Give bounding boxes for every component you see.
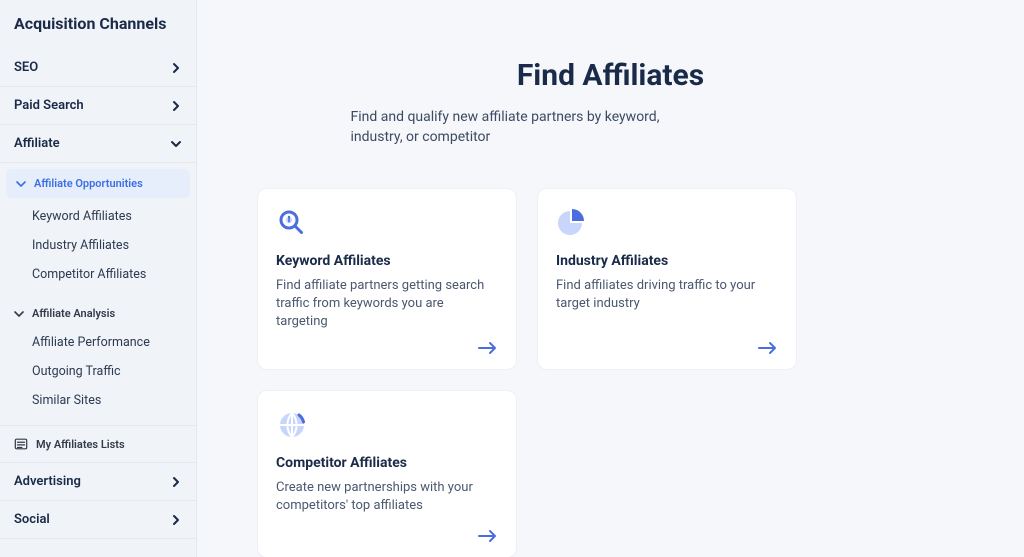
card-industry-affiliates[interactable]: Industry Affiliates Find affiliates driv… [537,188,797,371]
globe-icon [276,409,308,441]
arrow-right-icon [478,341,498,355]
card-title: Industry Affiliates [556,253,778,269]
sidebar-link-similar-sites[interactable]: Similar Sites [0,386,196,415]
sidebar-link-outgoing-traffic[interactable]: Outgoing Traffic [0,357,196,386]
sidebar: Acquisition Channels SEO Paid Search Aff… [0,0,197,557]
chevron-down-icon [14,309,24,319]
chevron-right-icon [170,62,182,74]
pie-chart-icon [556,207,588,239]
sidebar-item-label: Advertising [14,474,81,489]
chevron-down-icon [16,179,26,189]
sidebar-link-competitor-affiliates[interactable]: Competitor Affiliates [0,260,196,289]
sidebar-item-label: My Affiliates Lists [36,438,125,451]
sidebar-title: Acquisition Channels [0,4,196,49]
arrow-right-icon [478,529,498,543]
sidebar-item-affiliate[interactable]: Affiliate [0,125,196,163]
sidebar-subheader-label: Affiliate Analysis [32,307,115,320]
hero: Find Affiliates Find and qualify new aff… [261,58,961,148]
card-desc: Create new partnerships with your compet… [276,479,498,519]
sidebar-item-label: Affiliate [14,136,60,151]
sidebar-item-social[interactable]: Social [0,501,196,539]
list-icon [14,437,28,451]
arrow-right-icon [758,341,778,355]
card-keyword-affiliates[interactable]: Keyword Affiliates Find affiliate partne… [257,188,517,371]
card-competitor-affiliates[interactable]: Competitor Affiliates Create new partner… [257,390,517,557]
sidebar-link-affiliate-performance[interactable]: Affiliate Performance [0,328,196,357]
chevron-right-icon [170,100,182,112]
sidebar-item-my-affiliates-lists[interactable]: My Affiliates Lists [0,425,196,463]
sidebar-subheader-affiliate-opportunities[interactable]: Affiliate Opportunities [6,169,190,198]
chevron-right-icon [170,476,182,488]
sidebar-item-paid-search[interactable]: Paid Search [0,87,196,125]
sidebar-item-label: Paid Search [14,98,84,113]
chevron-right-icon [170,514,182,526]
magnify-icon [276,207,308,239]
sidebar-subheader-label: Affiliate Opportunities [34,177,143,190]
sidebar-subheader-affiliate-analysis[interactable]: Affiliate Analysis [0,299,196,328]
sidebar-item-label: Social [14,512,50,527]
page-subtitle: Find and qualify new affiliate partners … [351,107,711,148]
main-content: Find Affiliates Find and qualify new aff… [197,0,1024,557]
card-desc: Find affiliate partners getting search t… [276,277,498,332]
card-title: Keyword Affiliates [276,253,498,269]
sidebar-item-label: SEO [14,60,38,75]
card-grid: Keyword Affiliates Find affiliate partne… [257,188,964,557]
card-title: Competitor Affiliates [276,455,498,471]
page-title: Find Affiliates [261,58,961,93]
sidebar-link-industry-affiliates[interactable]: Industry Affiliates [0,231,196,260]
sidebar-item-advertising[interactable]: Advertising [0,463,196,501]
chevron-down-icon [170,138,182,150]
sidebar-item-seo[interactable]: SEO [0,49,196,87]
card-desc: Find affiliates driving traffic to your … [556,277,778,332]
sidebar-link-keyword-affiliates[interactable]: Keyword Affiliates [0,202,196,231]
